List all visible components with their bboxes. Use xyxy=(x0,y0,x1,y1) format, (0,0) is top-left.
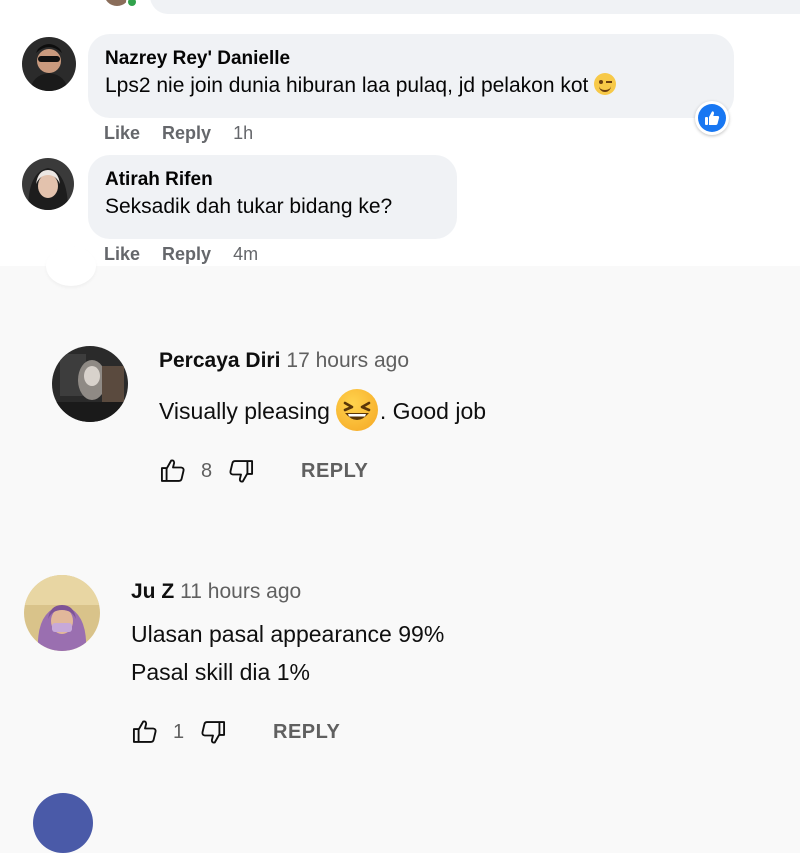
comment-text-content: Lps2 nie join dunia hiburan laa pulaq, j… xyxy=(105,74,589,97)
comment-author[interactable]: Percaya Diri xyxy=(159,349,280,372)
reply-button[interactable]: REPLY xyxy=(273,721,340,744)
comment-actions: 1 REPLY xyxy=(131,718,340,746)
comment-timestamp[interactable]: 17 hours ago xyxy=(286,349,409,372)
comment-bubble: Nazrey Rey' Danielle Lps2 nie join dunia… xyxy=(88,34,734,118)
comment-bubble xyxy=(150,0,800,14)
online-status-dot xyxy=(126,0,138,8)
comment-text: Lps2 nie join dunia hiburan laa pulaq, j… xyxy=(105,71,716,101)
like-count: 8 xyxy=(201,459,213,482)
comment-author[interactable]: Atirah Rifen xyxy=(105,168,439,192)
thumbs-up-icon[interactable] xyxy=(131,718,159,746)
avatar[interactable] xyxy=(24,575,100,651)
like-count: 1 xyxy=(173,720,185,743)
comment-bubble: Atirah Rifen Seksadik dah tukar bidang k… xyxy=(88,155,457,239)
comment-actions: Like Reply 1h xyxy=(104,123,253,144)
comment-timestamp[interactable]: 4m xyxy=(233,244,258,265)
divider xyxy=(46,246,96,286)
comment-timestamp[interactable]: 11 hours ago xyxy=(180,580,301,603)
like-button[interactable]: Like xyxy=(104,244,140,265)
comment-text-part: Visually pleasing xyxy=(159,398,330,424)
reply-button[interactable]: Reply xyxy=(162,123,211,144)
avatar[interactable] xyxy=(33,793,93,853)
comment-text: Seksadik dah tukar bidang ke? xyxy=(105,195,393,218)
comment-author[interactable]: Ju Z xyxy=(131,580,174,603)
avatar[interactable] xyxy=(22,37,76,91)
like-reaction-badge[interactable] xyxy=(695,101,729,135)
comment-timestamp[interactable]: 1h xyxy=(233,123,253,144)
winking-face-emoji xyxy=(594,73,617,95)
comment-header: Percaya Diri 17 hours ago xyxy=(159,349,409,373)
reply-button[interactable]: Reply xyxy=(162,244,211,265)
thumbs-down-icon[interactable] xyxy=(199,718,227,746)
grinning-squinting-face-emoji xyxy=(335,389,378,431)
comment-author[interactable]: Nazrey Rey' Danielle xyxy=(105,47,716,71)
comment-text-line: Pasal skill dia 1% xyxy=(131,659,310,685)
reply-button[interactable]: REPLY xyxy=(301,460,368,483)
avatar[interactable] xyxy=(22,158,74,210)
comment-actions: Like Reply 4m xyxy=(104,244,258,265)
comment-text-line: Ulasan pasal appearance 99% xyxy=(131,621,445,647)
comment-header: Ju Z 11 hours ago xyxy=(131,580,301,604)
avatar[interactable] xyxy=(52,346,128,422)
facebook-comments-section: Nazrey Rey' Danielle Lps2 nie join dunia… xyxy=(0,0,800,266)
thumbs-up-icon xyxy=(698,104,726,132)
comment-actions: 8 REPLY xyxy=(159,457,368,485)
comment-text-part: . Good job xyxy=(379,398,487,424)
comment-text: Visually pleasing . Good job xyxy=(159,389,486,431)
thumbs-up-icon[interactable] xyxy=(159,457,187,485)
like-button[interactable]: Like xyxy=(104,123,140,144)
thumbs-down-icon[interactable] xyxy=(227,457,255,485)
